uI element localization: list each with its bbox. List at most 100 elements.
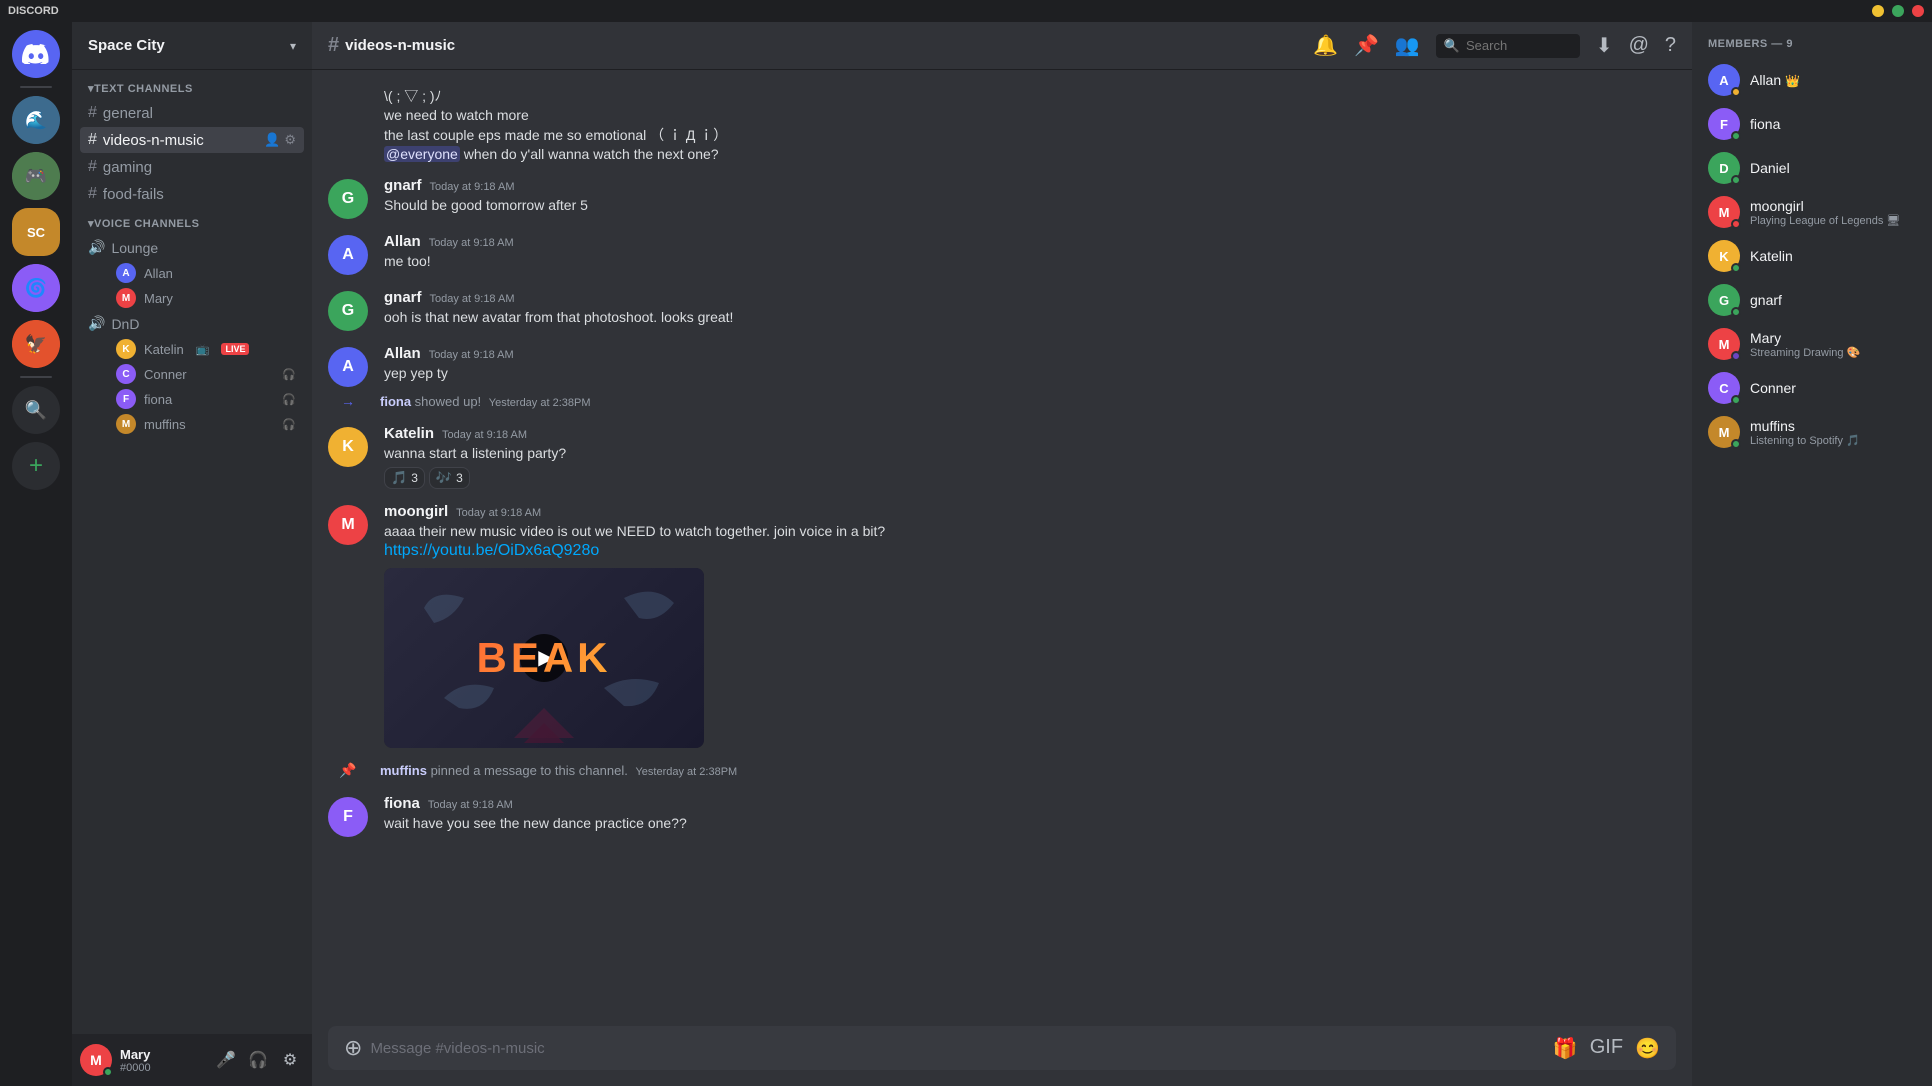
bell-icon[interactable]: 🔔 xyxy=(1313,33,1338,58)
search-nav-button[interactable]: 🔍 xyxy=(12,386,60,434)
author-moongirl[interactable]: moongirl xyxy=(384,503,448,520)
add-attachment-button[interactable]: ⊕ xyxy=(344,1035,362,1061)
avatar-moongirl[interactable]: M xyxy=(328,505,368,545)
gift-button[interactable]: 🎁 xyxy=(1553,1036,1578,1061)
avatar-gnarf[interactable]: G xyxy=(328,179,368,219)
video-link[interactable]: https://youtu.be/OiDx6aQ928o xyxy=(384,542,599,559)
server-icon-2[interactable]: 🎮 xyxy=(12,152,60,200)
voice-channels-header[interactable]: ▾ VOICE CHANNELS xyxy=(72,211,312,234)
server-icon-1[interactable]: 🌊 xyxy=(12,96,60,144)
avatar-gnarf-2[interactable]: G xyxy=(328,291,368,331)
add-server-button[interactable]: + xyxy=(12,442,60,490)
help-icon[interactable]: ? xyxy=(1665,34,1676,57)
voice-member-muffins[interactable]: M muffins 🎧 xyxy=(80,412,304,436)
voice-member-fiona[interactable]: F fiona 🎧 xyxy=(80,387,304,411)
system-user-fiona[interactable]: fiona xyxy=(380,394,411,409)
member-item-conner[interactable]: C Conner xyxy=(1700,366,1924,410)
members-icon[interactable]: 👥 xyxy=(1395,33,1420,58)
gif-button[interactable]: GIF xyxy=(1590,1036,1623,1061)
voice-channel-dnd[interactable]: 🔊 DnD xyxy=(80,311,304,336)
avatar-allan-2[interactable]: A xyxy=(328,347,368,387)
member-item-moongirl[interactable]: M moongirl Playing League of Legends 🖥 xyxy=(1700,190,1924,234)
author-fiona[interactable]: fiona xyxy=(384,795,420,812)
message-header-allan: Allan Today at 9:18 AM xyxy=(384,233,1676,250)
message-input[interactable] xyxy=(370,1029,1544,1068)
message-group-gnarf-2: G gnarf Today at 9:18 AM ooh is that new… xyxy=(312,281,1692,333)
cont-line-3: the last couple eps made me so emotional… xyxy=(384,126,727,145)
gear-icon[interactable]: ⚙ xyxy=(284,132,296,148)
voice-member-conner[interactable]: C Conner 🎧 xyxy=(80,362,304,386)
speaker-icon: 🔊 xyxy=(88,239,105,256)
mention-everyone[interactable]: @everyone xyxy=(384,146,460,162)
member-item-muffins[interactable]: M muffins Listening to Spotify 🎵 xyxy=(1700,410,1924,454)
spacer xyxy=(328,87,368,164)
maximize-button[interactable] xyxy=(1892,5,1904,17)
inbox-icon[interactable]: @ xyxy=(1629,34,1649,57)
member-item-allan[interactable]: A Allan 👑 xyxy=(1700,58,1924,102)
voice-channel-lounge[interactable]: 🔊 Lounge xyxy=(80,235,304,260)
voice-member-allan[interactable]: A Allan xyxy=(80,261,304,285)
member-name-moongirl: moongirl xyxy=(1750,198,1916,214)
member-item-katelin-s[interactable]: K Katelin xyxy=(1700,234,1924,278)
server-icon-spacecity[interactable]: SC xyxy=(12,208,60,256)
channel-gaming[interactable]: # gaming xyxy=(80,154,304,180)
system-user-muffins[interactable]: muffins xyxy=(380,763,427,778)
settings-button[interactable]: ⚙ xyxy=(276,1046,304,1074)
voice-member-mary[interactable]: M Mary xyxy=(80,286,304,310)
channel-food-fails[interactable]: # food-fails xyxy=(80,181,304,207)
discord-home-button[interactable] xyxy=(12,30,60,78)
member-name-conner: Conner xyxy=(1750,380,1916,396)
author-gnarf[interactable]: gnarf xyxy=(384,177,422,194)
server-header[interactable]: Space City ▾ xyxy=(72,22,312,70)
chat-header: # videos-n-music 🔔 📌 👥 🔍 ⬇ @ ? xyxy=(312,22,1692,70)
author-allan-1[interactable]: Allan xyxy=(384,233,421,250)
channel-videos-n-music[interactable]: # videos-n-music 👤 ⚙ xyxy=(80,127,304,153)
author-katelin[interactable]: Katelin xyxy=(384,425,434,442)
video-thumbnail[interactable]: BEAK ▶ xyxy=(384,568,704,748)
member-item-mary[interactable]: M Mary Streaming Drawing 🎨 xyxy=(1700,322,1924,366)
pin-icon[interactable]: 📌 xyxy=(1354,33,1379,58)
member-item-fiona[interactable]: F fiona xyxy=(1700,102,1924,146)
author-allan-2[interactable]: Allan xyxy=(384,345,421,362)
member-info-katelin: Katelin xyxy=(1750,248,1916,264)
member-avatar-conner: C xyxy=(116,364,136,384)
current-user-avatar[interactable]: M xyxy=(80,1044,112,1076)
server-icon-5[interactable]: 🦅 xyxy=(12,320,60,368)
message-group-katelin: K Katelin Today at 9:18 AM wanna start a… xyxy=(312,417,1692,491)
member-name-muffins: muffins xyxy=(1750,418,1916,434)
voice-member-katelin[interactable]: K Katelin 📺 LIVE xyxy=(80,337,304,361)
member-avatar-mary: M xyxy=(116,288,136,308)
channel-general[interactable]: # general xyxy=(80,100,304,126)
server-icon-4[interactable]: 🌀 xyxy=(12,264,60,312)
svg-text:🌊: 🌊 xyxy=(25,109,47,130)
text-channels-header[interactable]: ▾ TEXT CHANNELS xyxy=(72,78,312,99)
avatar-katelin[interactable]: K xyxy=(328,427,368,467)
member-item-gnarf[interactable]: G gnarf xyxy=(1700,278,1924,322)
message-content-moongirl: moongirl Today at 9:18 AM aaaa their new… xyxy=(384,503,1676,747)
voice-member-name-fiona: fiona xyxy=(144,392,172,407)
search-input[interactable] xyxy=(1466,38,1572,53)
search-bar[interactable]: 🔍 xyxy=(1436,34,1580,58)
voice-member-name-conner: Conner xyxy=(144,367,187,382)
author-gnarf-2[interactable]: gnarf xyxy=(384,289,422,306)
message-header-moongirl: moongirl Today at 9:18 AM xyxy=(384,503,1676,520)
msg-text-moongirl: aaaa their new music video is out we NEE… xyxy=(384,522,1676,541)
avatar-allan-1[interactable]: A xyxy=(328,235,368,275)
deafen-button[interactable]: 🎧 xyxy=(244,1046,272,1074)
user-icon[interactable]: 👤 xyxy=(264,132,280,148)
cont-line-4: @everyone when do y'all wanna watch the … xyxy=(384,145,727,164)
minimize-button[interactable] xyxy=(1872,5,1884,17)
member-status-muffins xyxy=(1731,439,1741,449)
reaction-1[interactable]: 🎵 3 xyxy=(384,467,425,489)
emoji-button[interactable]: 😊 xyxy=(1635,1036,1660,1061)
reaction-count-1: 3 xyxy=(411,471,418,485)
reaction-2[interactable]: 🎶 3 xyxy=(429,467,470,489)
avatar-fiona[interactable]: F xyxy=(328,797,368,837)
close-button[interactable] xyxy=(1912,5,1924,17)
msg-text-allan-2: yep yep ty xyxy=(384,364,1676,383)
search-icon: 🔍 xyxy=(1444,38,1460,54)
member-avatar-moongirl-s: M xyxy=(1708,196,1740,228)
download-icon[interactable]: ⬇ xyxy=(1596,33,1613,58)
member-item-daniel[interactable]: D Daniel xyxy=(1700,146,1924,190)
mute-button[interactable]: 🎤 xyxy=(212,1046,240,1074)
